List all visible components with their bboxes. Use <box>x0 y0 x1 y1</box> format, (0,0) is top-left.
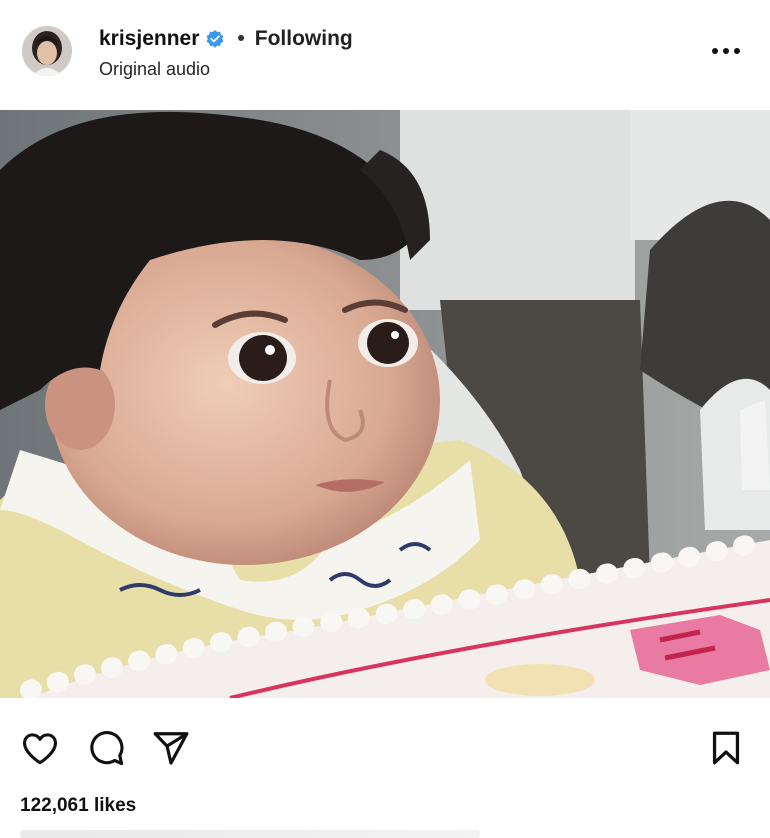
like-button[interactable] <box>20 728 60 768</box>
post-actions <box>0 698 770 790</box>
comment-button[interactable] <box>86 728 126 768</box>
caption-preview-line <box>20 830 480 838</box>
post-header: krisjenner • Following Original audio <box>0 0 770 110</box>
save-button[interactable] <box>706 728 746 768</box>
verified-badge-icon <box>205 29 225 49</box>
following-button[interactable]: Following <box>255 27 353 51</box>
comment-icon <box>90 731 124 766</box>
avatar-image <box>22 26 72 76</box>
username-row: krisjenner • Following <box>99 26 353 52</box>
username-link[interactable]: krisjenner <box>99 27 199 51</box>
more-options-icon <box>712 48 740 54</box>
video-frame <box>0 110 770 698</box>
more-options-button[interactable] <box>706 38 746 64</box>
share-button[interactable] <box>151 728 191 768</box>
separator-dot: • <box>237 27 245 50</box>
likes-count[interactable]: 122,061 likes <box>20 795 136 817</box>
post-video[interactable] <box>0 110 770 698</box>
share-icon <box>153 732 189 765</box>
audio-label[interactable]: Original audio <box>99 59 210 80</box>
bookmark-icon <box>712 731 740 765</box>
heart-icon <box>23 733 57 765</box>
profile-avatar[interactable] <box>22 26 72 76</box>
